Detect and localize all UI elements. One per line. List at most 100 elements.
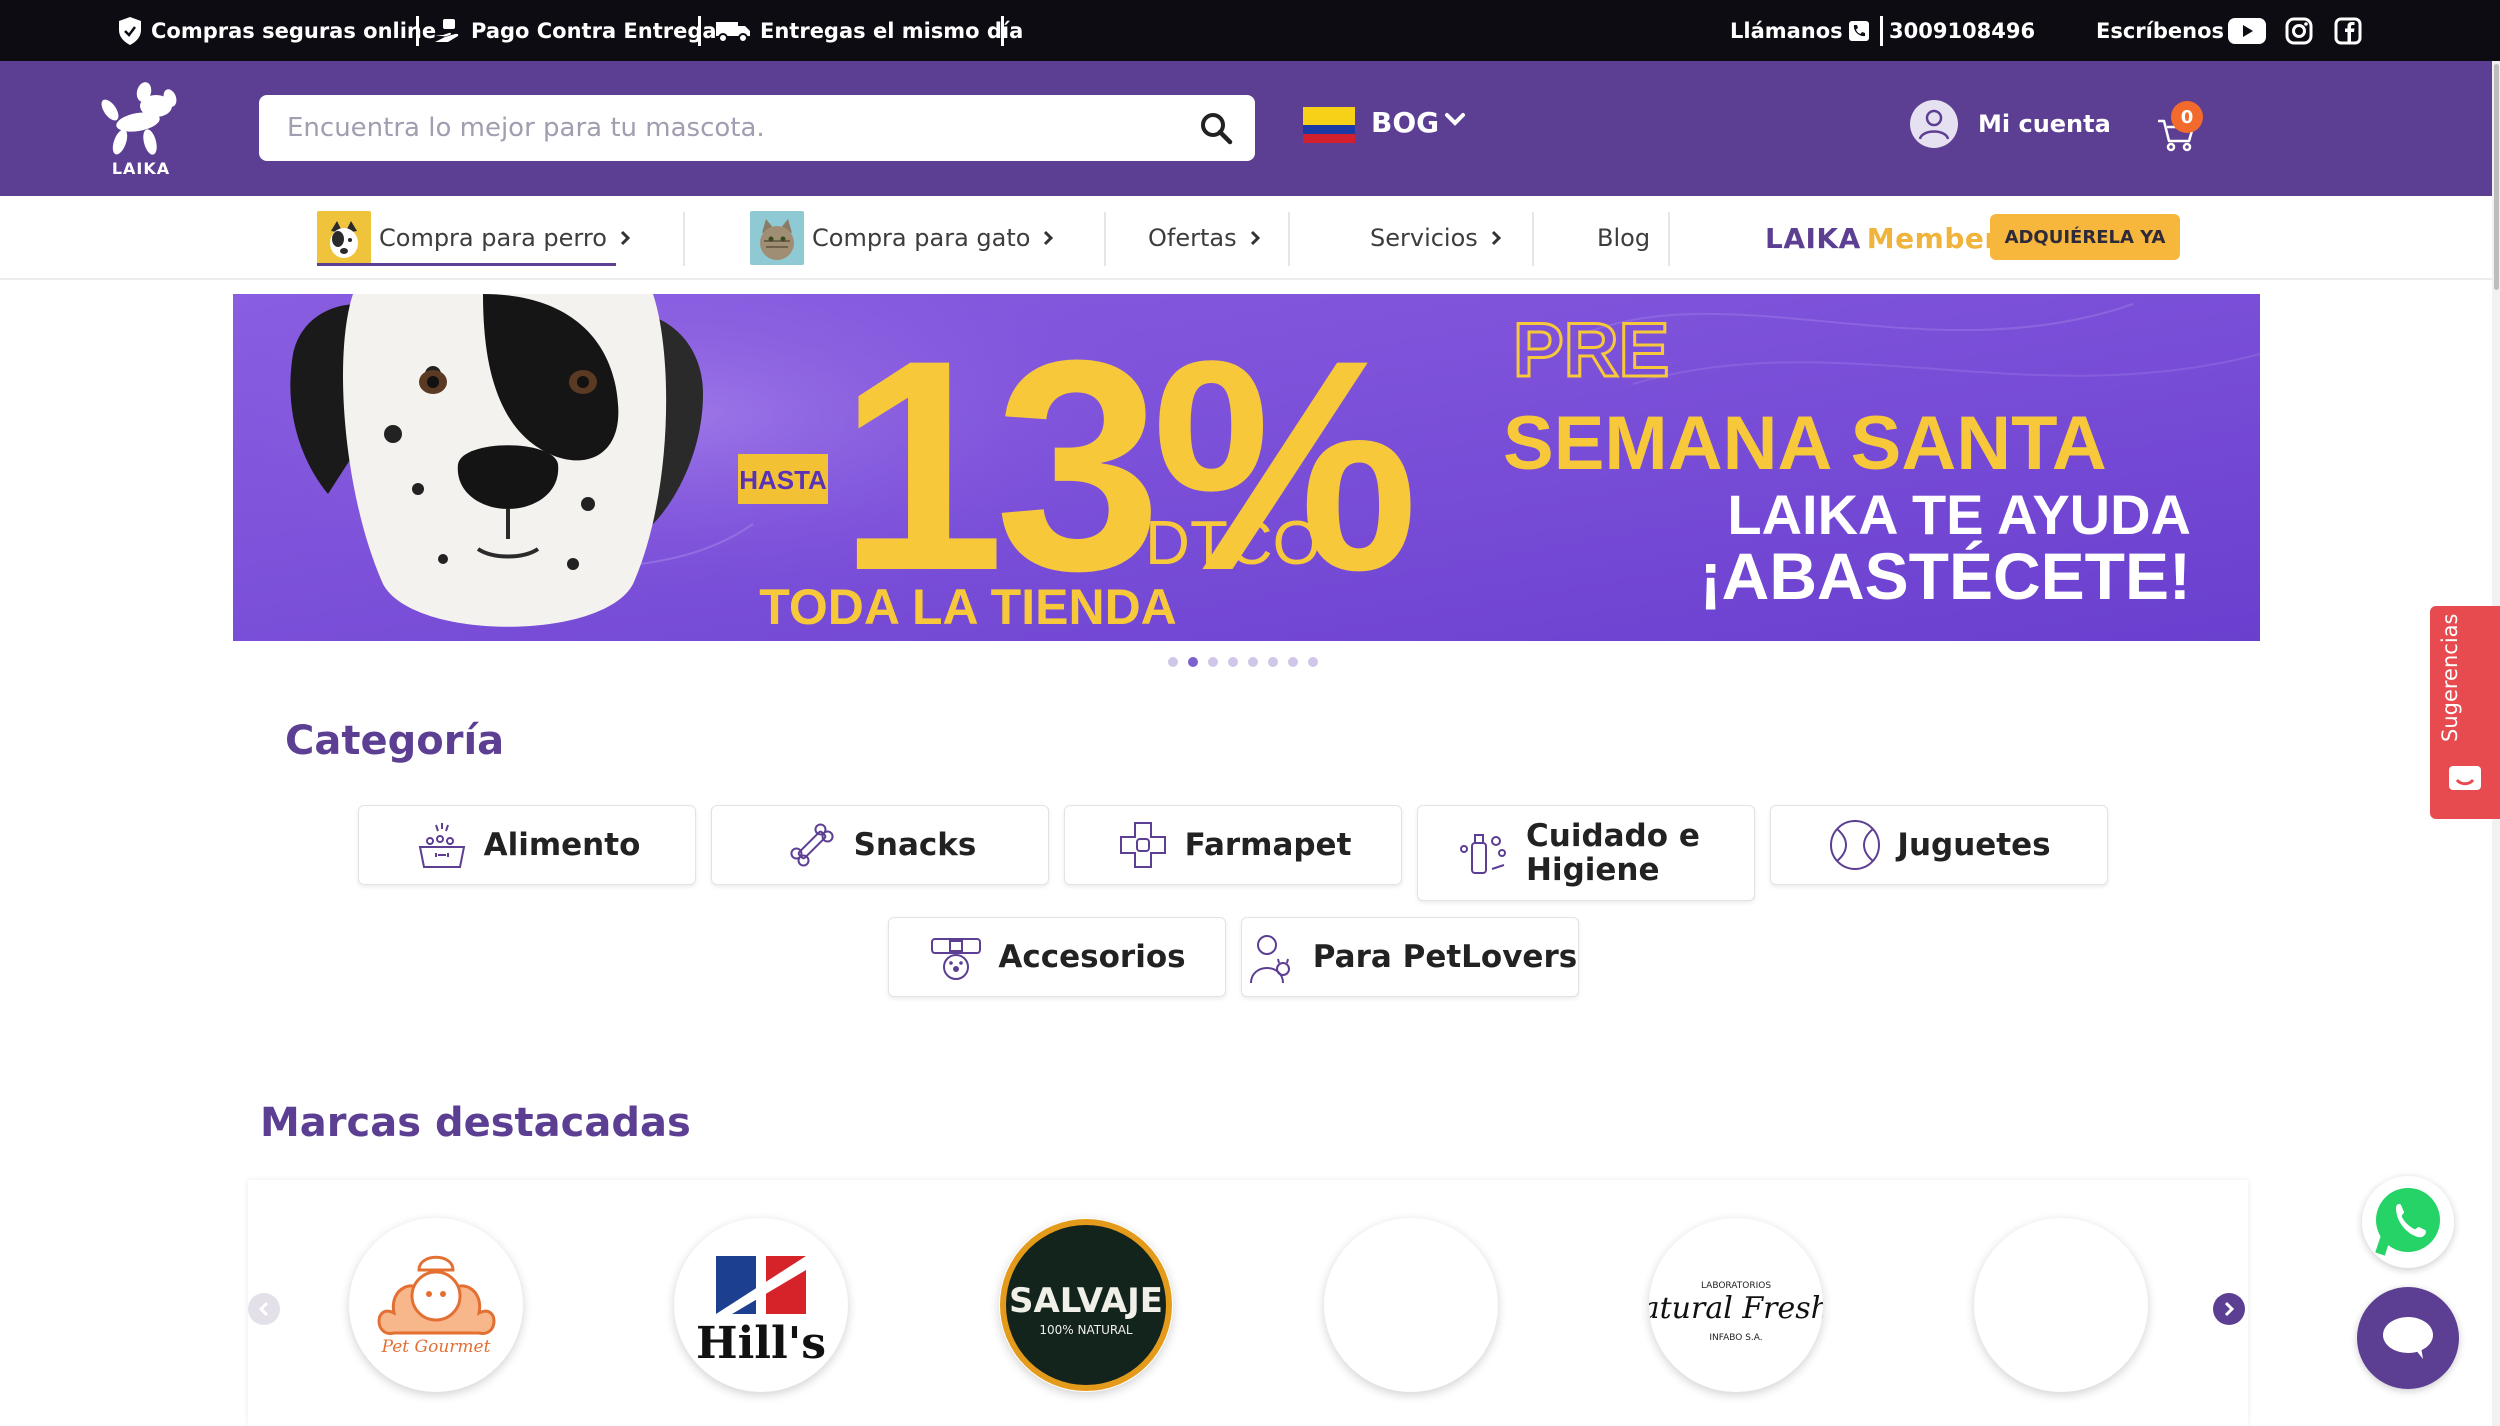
same-day-delivery-notice: Entregas el mismo día bbox=[714, 0, 1023, 61]
logo-text: LAIKA bbox=[111, 159, 171, 178]
collar-icon bbox=[931, 938, 982, 980]
promo-banner[interactable]: HASTA 13% DTCO TODA LA TIENDA PRE SEMANA… bbox=[233, 294, 2260, 641]
chevron-down-icon[interactable] bbox=[1444, 112, 1466, 128]
truck-icon bbox=[716, 21, 750, 43]
natural-freshly-company: INFABO S.A. bbox=[1709, 1333, 1762, 1343]
category-label[interactable]: Snacks bbox=[854, 828, 977, 862]
live-chat-button[interactable] bbox=[2357, 1287, 2459, 1389]
nav-services-label[interactable]: Servicios bbox=[1370, 224, 1478, 252]
salvaje-text: SALVAJE bbox=[1009, 1281, 1163, 1321]
promo-banner-art: HASTA 13% DTCO TODA LA TIENDA PRE SEMANA… bbox=[233, 294, 2260, 641]
category-label[interactable]: Juguetes bbox=[1897, 828, 2050, 862]
category-alimento[interactable]: Alimento bbox=[358, 805, 696, 885]
pre-text: PRE bbox=[1513, 308, 1669, 393]
nav-cat-label[interactable]: Compra para gato bbox=[812, 224, 1030, 252]
chevron-right-icon bbox=[1250, 230, 1260, 246]
facebook-icon[interactable] bbox=[2334, 17, 2362, 45]
category-label[interactable]: Accesorios bbox=[998, 940, 1185, 974]
laika-logo[interactable]: LAIKA bbox=[98, 82, 184, 178]
brand-hills[interactable]: Hill's bbox=[674, 1218, 848, 1392]
scrollbar-thumb[interactable] bbox=[2494, 64, 2499, 290]
divider bbox=[1532, 212, 1534, 266]
nav-cat-shop[interactable]: Compra para gato bbox=[750, 196, 1054, 280]
write-label-text: Escríbenos bbox=[2096, 18, 2224, 43]
account-label[interactable]: Mi cuenta bbox=[1978, 110, 2111, 138]
cash-on-delivery-text: Pago Contra Entrega bbox=[471, 18, 717, 43]
carousel-dot[interactable] bbox=[1268, 657, 1278, 667]
carousel-next-button[interactable] bbox=[2213, 1293, 2245, 1325]
balloon-dog-icon bbox=[101, 82, 177, 155]
whatsapp-icon bbox=[2375, 1188, 2440, 1256]
category-juguetes[interactable]: Juguetes bbox=[1770, 805, 2108, 885]
carousel-dot[interactable] bbox=[1168, 657, 1178, 667]
youtube-icon[interactable] bbox=[2228, 17, 2266, 45]
dog-thumbnail bbox=[317, 211, 371, 265]
nav-dog-shop[interactable]: Compra para perro bbox=[317, 196, 631, 280]
nav-services[interactable]: Servicios bbox=[1370, 196, 1502, 280]
brand-logo-blank[interactable] bbox=[1324, 1218, 1498, 1392]
carousel-dot[interactable] bbox=[1308, 657, 1318, 667]
brands-carousel bbox=[248, 1180, 2248, 1426]
abastecete-text: ¡ABASTÉCETE! bbox=[1700, 539, 2191, 613]
category-cuidado-higiene[interactable]: Cuidado e Higiene bbox=[1417, 805, 1755, 901]
divider bbox=[698, 16, 701, 46]
natural-freshly-logo: LABORATORIOS Natural Freshly INFABO S.A. bbox=[1649, 1281, 1823, 1343]
carousel-prev-button[interactable] bbox=[248, 1293, 280, 1325]
city-selector[interactable]: BOG bbox=[1371, 106, 1439, 139]
carousel-dot[interactable] bbox=[1188, 657, 1198, 667]
nav-dog-label[interactable]: Compra para perro bbox=[379, 224, 607, 252]
category-label[interactable]: Para PetLovers bbox=[1313, 940, 1577, 974]
colombia-flag-icon[interactable] bbox=[1303, 107, 1355, 143]
divider bbox=[416, 16, 419, 46]
acquire-membership-button[interactable]: ADQUIÉRELA YA bbox=[1990, 214, 2180, 260]
category-label[interactable]: Cuidado e Higiene bbox=[1526, 819, 1716, 887]
carousel-dot[interactable] bbox=[1228, 657, 1238, 667]
brand-salvaje[interactable]: SALVAJE 100% NATURAL bbox=[999, 1218, 1173, 1392]
divider bbox=[1104, 212, 1106, 266]
search-input[interactable] bbox=[285, 95, 1165, 161]
category-label[interactable]: Farmapet bbox=[1185, 828, 1352, 862]
laika-member-brand: LAIKA Member bbox=[1765, 196, 1999, 280]
category-para-petlovers[interactable]: Para PetLovers bbox=[1241, 917, 1579, 997]
chevron-right-icon bbox=[1044, 230, 1054, 246]
category-farmapet[interactable]: Farmapet bbox=[1064, 805, 1402, 885]
divider bbox=[1288, 212, 1290, 266]
member-word-text: Member bbox=[1866, 221, 1999, 255]
brand-logo-blank[interactable] bbox=[1974, 1218, 2148, 1392]
category-accesorios[interactable]: Accesorios bbox=[888, 917, 1226, 997]
phone-number[interactable]: 3009108496 bbox=[1889, 19, 2035, 43]
call-label-text: Llámanos bbox=[1730, 18, 1843, 43]
secure-purchase-text: Compras seguras online bbox=[151, 18, 437, 43]
hills-text: Hill's bbox=[696, 1318, 826, 1369]
carousel-dot[interactable] bbox=[1208, 657, 1218, 667]
nav-blog-label[interactable]: Blog bbox=[1597, 224, 1650, 252]
category-label[interactable]: Alimento bbox=[484, 828, 641, 862]
hills-logo: Hill's bbox=[696, 1256, 826, 1369]
phone-link[interactable]: 3009108496 bbox=[1848, 0, 2035, 61]
instagram-icon[interactable] bbox=[2285, 17, 2313, 45]
account-link[interactable]: Mi cuenta bbox=[1910, 100, 2111, 148]
whatsapp-button[interactable] bbox=[2362, 1176, 2454, 1268]
divider bbox=[683, 212, 685, 266]
user-icon bbox=[1910, 100, 1958, 148]
divider bbox=[1001, 16, 1004, 46]
nav-offers-label[interactable]: Ofertas bbox=[1148, 224, 1237, 252]
carousel-dots[interactable] bbox=[1168, 657, 1318, 667]
carousel-dot[interactable] bbox=[1288, 657, 1298, 667]
suggestions-label[interactable]: Sugerencias bbox=[2438, 592, 2462, 742]
search-icon[interactable] bbox=[1199, 111, 1233, 145]
call-label: Llámanos bbox=[1730, 0, 1843, 61]
nav-offers[interactable]: Ofertas bbox=[1148, 196, 1261, 280]
pharmacy-cross-icon bbox=[1119, 822, 1166, 868]
bone-icon bbox=[790, 823, 834, 867]
nav-blog[interactable]: Blog bbox=[1597, 196, 1650, 280]
search-bar[interactable] bbox=[259, 95, 1255, 161]
carousel-dot[interactable] bbox=[1248, 657, 1258, 667]
cart-count-badge: 0 bbox=[2171, 101, 2203, 133]
brand-pet-gourmet[interactable]: Pet Gourmet bbox=[349, 1218, 523, 1392]
brand-natural-freshly[interactable]: LABORATORIOS Natural Freshly INFABO S.A. bbox=[1649, 1218, 1823, 1392]
active-nav-indicator bbox=[317, 263, 616, 266]
dtco-text: DTCO bbox=[1145, 509, 1321, 578]
divider bbox=[1880, 15, 1883, 46]
category-snacks[interactable]: Snacks bbox=[711, 805, 1049, 885]
